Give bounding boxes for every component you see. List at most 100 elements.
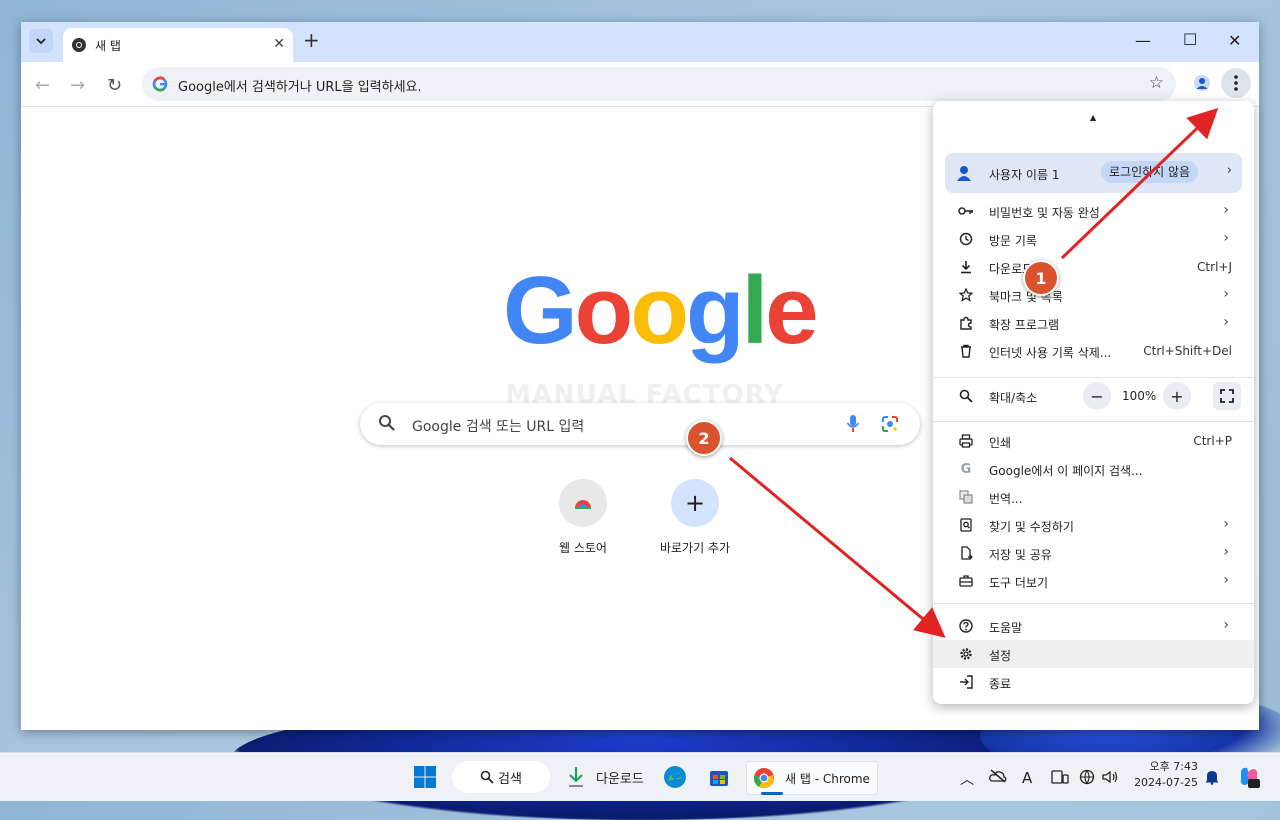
menu-item-label: Google에서 이 페이지 검색... [989, 464, 1143, 478]
menu-divider [933, 377, 1254, 378]
menu-item-help[interactable]: 도움말 › [933, 612, 1254, 640]
zoom-out-button[interactable]: − [1083, 382, 1111, 410]
shortcut-web-store[interactable]: 웹 스토어 [533, 479, 633, 556]
menu-divider [933, 603, 1254, 604]
menu-item-translate[interactable]: 번역... [933, 483, 1254, 511]
fullscreen-button[interactable] [1213, 382, 1241, 410]
menu-item-download[interactable]: 다운로드 Ctrl+J [933, 253, 1254, 281]
search-icon [480, 770, 494, 784]
gear-icon [958, 646, 974, 662]
menu-item-printer[interactable]: 인쇄 Ctrl+P [933, 427, 1254, 455]
notification-bell-icon[interactable] [1205, 769, 1219, 789]
taskbar-downloads[interactable]: 다운로드 [566, 761, 644, 793]
minimize-button[interactable]: — [1135, 31, 1151, 50]
maximize-button[interactable]: ☐ [1183, 30, 1197, 49]
menu-item-extension[interactable]: 확장 프로그램 › [933, 309, 1254, 337]
menu-item-key[interactable]: 비밀번호 및 자동 완성 › [933, 197, 1254, 225]
system-clock[interactable]: 오후 7:43 2024-07-25 [1130, 759, 1198, 791]
menu-item-label: 종료 [989, 677, 1012, 691]
menu-item-trash[interactable]: 인터넷 사용 기록 삭제... Ctrl+Shift+Del [933, 337, 1254, 365]
forward-button[interactable]: → [70, 75, 85, 96]
tray-overflow-icon[interactable]: ︿ [960, 769, 974, 789]
menu-item-label: 도움말 [989, 621, 1023, 635]
copilot-icon[interactable] [1237, 765, 1261, 793]
network-icon[interactable] [1079, 769, 1095, 789]
close-window-button[interactable]: ✕ [1228, 31, 1241, 50]
google-lens-icon[interactable] [880, 414, 900, 438]
menu-profile-row[interactable]: 사용자 이름 1 로그인하지 않음 › [945, 153, 1242, 193]
profile-button[interactable] [1189, 70, 1215, 96]
exit-icon [958, 674, 974, 690]
reload-button[interactable]: ↻ [107, 75, 122, 96]
menu-item-label: 인터넷 사용 기록 삭제... [989, 346, 1112, 360]
microphone-icon[interactable] [846, 414, 860, 438]
zoom-value: 100% [1122, 389, 1157, 403]
person-icon [955, 164, 973, 186]
menu-item-label: 도구 더보기 [989, 576, 1049, 590]
menu-item-label: 설정 [989, 649, 1012, 663]
tab-new-tab[interactable]: 새 탭 ✕ [63, 28, 293, 62]
ntp-search-placeholder: Google 검색 또는 URL 입력 [412, 419, 585, 435]
shortcut-add[interactable]: + 바로가기 추가 [645, 479, 745, 556]
omnibox[interactable]: Google에서 검색하거나 URL을 입력하세요. ☆ [142, 67, 1176, 101]
download-icon [958, 259, 974, 275]
logo-letter: o [574, 257, 634, 364]
tab-title: 새 탭 [95, 39, 121, 53]
chevron-right-icon: › [1223, 314, 1229, 330]
menu-item-find[interactable]: 찾기 및 수정하기 › [933, 511, 1254, 539]
chrome-menu-button[interactable] [1221, 68, 1251, 98]
menu-item-label: 방문 기록 [989, 234, 1037, 248]
taskbar-search[interactable]: 검색 [452, 761, 550, 793]
menu-item-shortcut: Ctrl+J [1197, 260, 1232, 274]
menu-item-label: 인쇄 [989, 436, 1012, 450]
zoom-in-button[interactable]: + [1163, 382, 1191, 410]
plus-icon: + [671, 479, 719, 527]
new-tab-button[interactable]: + [303, 30, 320, 50]
chevron-down-icon [36, 38, 46, 45]
windows-logo-icon [414, 766, 436, 788]
menu-item-history[interactable]: 방문 기록 › [933, 225, 1254, 253]
device-icon[interactable] [1051, 769, 1069, 789]
menu-item-toolbox[interactable]: 도구 더보기 › [933, 567, 1254, 595]
chevron-right-icon: › [1223, 202, 1229, 218]
menu-item-shortcut: Ctrl+P [1193, 434, 1232, 448]
zoom-icon [958, 388, 974, 404]
shortcut-label: 웹 스토어 [559, 541, 607, 555]
volume-icon[interactable] [1101, 769, 1119, 789]
menu-item-google-g[interactable]: G Google에서 이 페이지 검색... [933, 455, 1254, 483]
chrome-web-store-icon [559, 479, 607, 527]
cloud-offline-icon[interactable] [989, 769, 1007, 787]
menu-item-save-share[interactable]: 저장 및 공유 › [933, 539, 1254, 567]
menu-item-star[interactable]: 북마크 및 목록 › [933, 281, 1254, 309]
menu-divider [933, 421, 1254, 422]
microsoft-store-icon[interactable] [708, 761, 730, 793]
ntp-search-box[interactable]: Google 검색 또는 URL 입력 [360, 403, 920, 445]
chevron-right-icon: › [1223, 230, 1229, 246]
edge-icon[interactable] [663, 761, 687, 793]
menu-item-label: 저장 및 공유 [989, 548, 1052, 562]
ime-indicator[interactable]: A [1022, 769, 1032, 787]
history-icon [958, 231, 974, 247]
chevron-right-icon: › [1223, 544, 1229, 560]
chrome-icon [71, 37, 87, 57]
tab-search-button[interactable] [29, 29, 53, 53]
taskbar-chrome[interactable]: 새 탭 - Chrome [746, 761, 878, 795]
callout-2: 2 [686, 420, 722, 456]
back-button[interactable]: ← [35, 75, 50, 96]
toolbox-icon [958, 573, 974, 589]
callout-1: 1 [1023, 260, 1059, 296]
chevron-right-icon: › [1223, 286, 1229, 302]
menu-item-exit[interactable]: 종료 [933, 668, 1254, 696]
tab-strip: 새 탭 ✕ + — ☐ ✕ [21, 22, 1259, 62]
close-icon[interactable]: ✕ [273, 36, 285, 52]
key-icon [958, 203, 974, 219]
start-button[interactable] [413, 761, 437, 793]
chevron-right-icon: › [1223, 617, 1229, 633]
google-g-icon: G [960, 461, 972, 477]
translate-icon [958, 489, 974, 505]
bookmark-star-icon[interactable]: ☆ [1149, 73, 1164, 93]
chevron-right-icon: › [1223, 516, 1229, 532]
profile-name: 사용자 이름 1 [989, 168, 1060, 182]
menu-item-gear[interactable]: 설정 [933, 640, 1254, 668]
extension-icon [958, 315, 974, 331]
